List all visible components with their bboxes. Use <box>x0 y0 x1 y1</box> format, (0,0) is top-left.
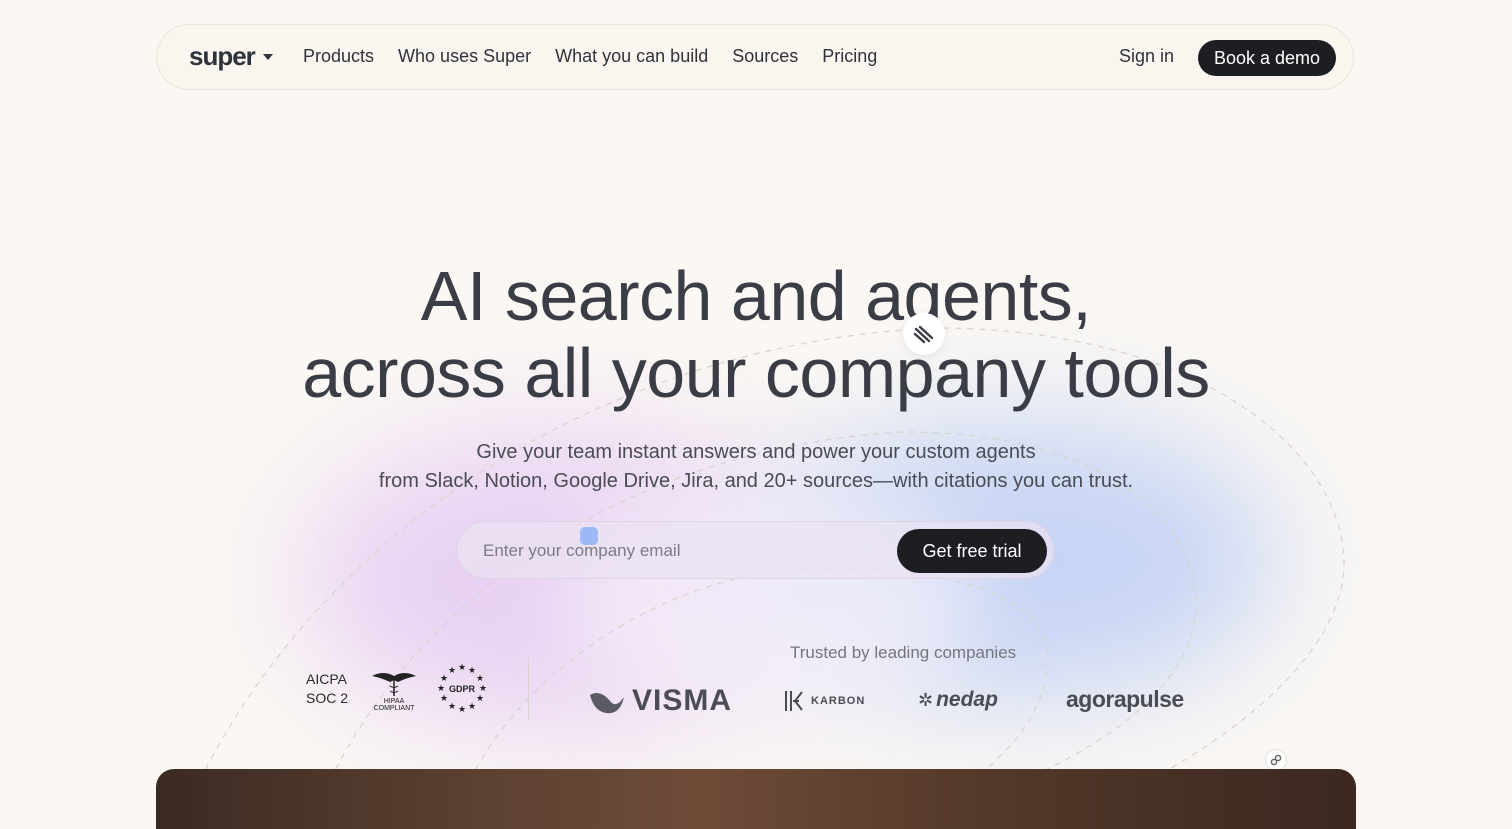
svg-text:★: ★ <box>476 694 484 704</box>
logo-wordmark: super <box>189 41 256 71</box>
nav-link-pricing[interactable]: Pricing <box>822 46 877 67</box>
hipaa-compliant-badge: HIPAA COMPLIANT <box>368 668 420 712</box>
sign-in-link[interactable]: Sign in <box>1119 46 1174 67</box>
logo-menu[interactable]: super <box>189 41 273 72</box>
logos-divider <box>528 658 529 720</box>
karbon-wordmark: KARBON <box>811 695 866 707</box>
integration-badge <box>903 313 945 355</box>
svg-text:★: ★ <box>437 684 445 694</box>
gdpr-label: GDPR <box>449 684 476 694</box>
get-free-trial-button[interactable]: Get free trial <box>897 529 1047 573</box>
chain-link-icon <box>1270 754 1282 766</box>
nedap-logo: ✲ nedap <box>918 688 998 712</box>
signup-form: Get free trial <box>456 521 1054 579</box>
svg-text:★: ★ <box>458 663 466 673</box>
nedap-wordmark: nedap <box>936 688 998 711</box>
aicpa-soc2-badge: AICPA SOC 2 <box>306 670 348 708</box>
hero-headline-line1: AI search and agents, <box>420 257 1092 335</box>
gdpr-stars-icon: ★ ★★ ★★★ ★★★ ★★★ GDPR <box>437 663 487 715</box>
product-video-preview[interactable] <box>156 769 1356 829</box>
gdpr-badge: ★ ★ ★ ★ ★ ★ ★ ★ ★ ★ ★ ★ GDPR <box>436 662 488 715</box>
svg-text:★: ★ <box>476 674 484 684</box>
nedap-star-icon: ✲ <box>918 689 934 710</box>
hero-subtitle-line1: Give your team instant answers and power… <box>476 441 1036 463</box>
integration-logo-icon <box>913 325 934 344</box>
svg-text:★: ★ <box>448 666 456 676</box>
top-navigation: super Products Who uses Super What you c… <box>156 24 1354 90</box>
trusted-by-label: Trusted by leading companies <box>790 643 1017 662</box>
hipaa-compliant-label: COMPLIANT <box>374 705 416 712</box>
svg-text:★: ★ <box>440 674 448 684</box>
aicpa-label: AICPA <box>306 671 347 687</box>
hipaa-label: HIPAA <box>384 698 405 705</box>
nav-link-who-uses-super[interactable]: Who uses Super <box>398 46 531 67</box>
soc2-label: SOC 2 <box>306 690 349 706</box>
nav-link-products[interactable]: Products <box>303 46 374 67</box>
agorapulse-logo: agorapulse <box>1066 686 1184 712</box>
nav-link-sources[interactable]: Sources <box>732 46 798 67</box>
svg-text:★: ★ <box>479 684 487 694</box>
visma-logo: VISMA <box>588 684 732 718</box>
karbon-logo: KARBON <box>783 689 865 713</box>
link-icon[interactable] <box>1265 749 1287 771</box>
svg-text:★: ★ <box>468 666 476 676</box>
hero-headline-line2: across all your company tools <box>302 334 1210 412</box>
nav-link-what-you-can-build[interactable]: What you can build <box>555 46 708 67</box>
karbon-mark-icon <box>785 691 803 711</box>
company-email-input[interactable] <box>481 536 885 566</box>
hipaa-eagle-icon: HIPAA COMPLIANT <box>372 673 416 712</box>
cursor-highlight <box>580 527 598 545</box>
chevron-down-icon <box>262 53 273 60</box>
visma-swoosh-icon <box>590 693 624 714</box>
svg-text:★: ★ <box>448 702 456 712</box>
svg-text:★: ★ <box>468 702 476 712</box>
svg-text:★: ★ <box>458 705 466 714</box>
hero-subtitle-line2: from Slack, Notion, Google Drive, Jira, … <box>378 470 1134 492</box>
nav-links: Products Who uses Super What you can bui… <box>303 46 877 67</box>
svg-text:★: ★ <box>440 694 448 704</box>
visma-wordmark: VISMA <box>632 684 733 717</box>
book-demo-button[interactable]: Book a demo <box>1198 40 1336 76</box>
